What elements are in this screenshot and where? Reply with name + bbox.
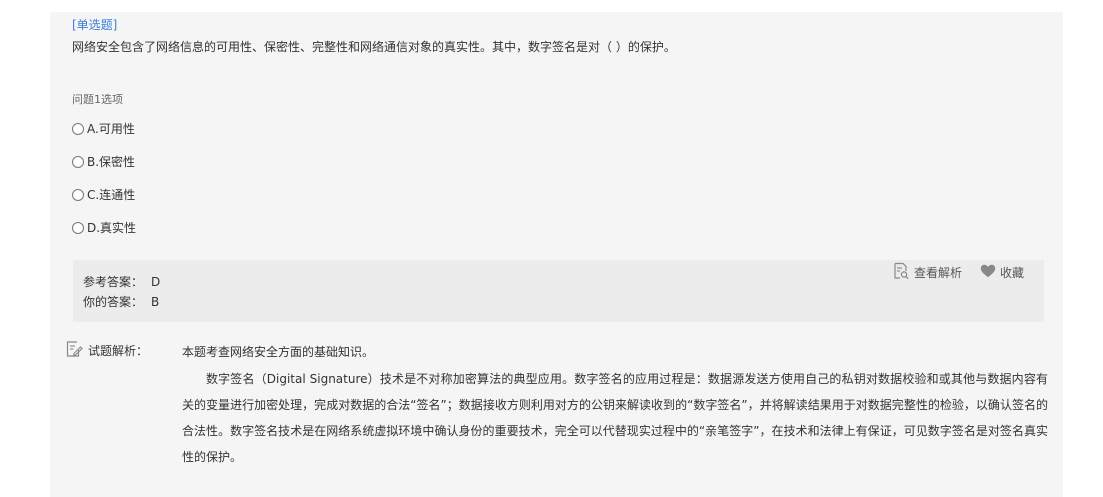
question-card: [单选题] 网络安全包含了网络信息的可用性、保密性、完整性和网络通信对象的真实性…: [50, 12, 1063, 497]
radio-button[interactable]: [72, 122, 84, 135]
heart-icon: [980, 264, 1000, 281]
your-answer-label: 你的答案：: [83, 295, 144, 309]
favorite-button[interactable]: 收藏: [980, 264, 1024, 281]
options-title: 问题1选项: [72, 93, 123, 106]
option-label: D.真实性: [87, 221, 137, 235]
reference-answer-label: 参考答案：: [83, 275, 144, 289]
option-label: C.连通性: [87, 188, 136, 202]
question-stem: 网络安全包含了网络信息的可用性、保密性、完整性和网络通信对象的真实性。其中，数字…: [72, 40, 676, 54]
analysis-label: 试题解析：: [88, 344, 149, 358]
your-answer-value: B: [151, 295, 160, 309]
analysis-paragraph: 数字签名（Digital Signature）技术是不对称加密算法的典型应用。数…: [182, 372, 1048, 464]
option-b[interactable]: B.保密性: [72, 153, 135, 170]
edit-document-icon: [65, 340, 88, 361]
favorite-label: 收藏: [999, 266, 1024, 280]
option-label: B.保密性: [87, 155, 136, 169]
magnifier-document-icon: [892, 262, 914, 283]
radio-button[interactable]: [72, 221, 84, 234]
option-label: A.可用性: [87, 122, 135, 136]
your-answer: 你的答案： B: [83, 293, 159, 310]
analysis-intro: 本题考查网络安全方面的基础知识。: [182, 345, 375, 359]
question-type-label: [单选题]: [72, 18, 118, 32]
option-d[interactable]: D.真实性: [72, 219, 136, 236]
analysis-content: 本题考查网络安全方面的基础知识。 数字签名（Digital Signature）…: [182, 342, 1048, 470]
reference-answer-value: D: [151, 275, 161, 289]
analysis-heading: 试题解析：: [65, 340, 148, 361]
view-analysis-label: 查看解析: [913, 266, 962, 280]
answer-actions: 查看解析 收藏: [892, 262, 1024, 283]
radio-button[interactable]: [72, 188, 84, 201]
option-a[interactable]: A.可用性: [72, 120, 135, 137]
view-analysis-button[interactable]: 查看解析: [892, 262, 962, 283]
reference-answer: 参考答案： D: [83, 273, 160, 290]
answer-panel: 参考答案： D 你的答案： B 查看解析 收藏: [73, 260, 1044, 322]
option-c[interactable]: C.连通性: [72, 186, 135, 203]
radio-button[interactable]: [72, 155, 84, 168]
